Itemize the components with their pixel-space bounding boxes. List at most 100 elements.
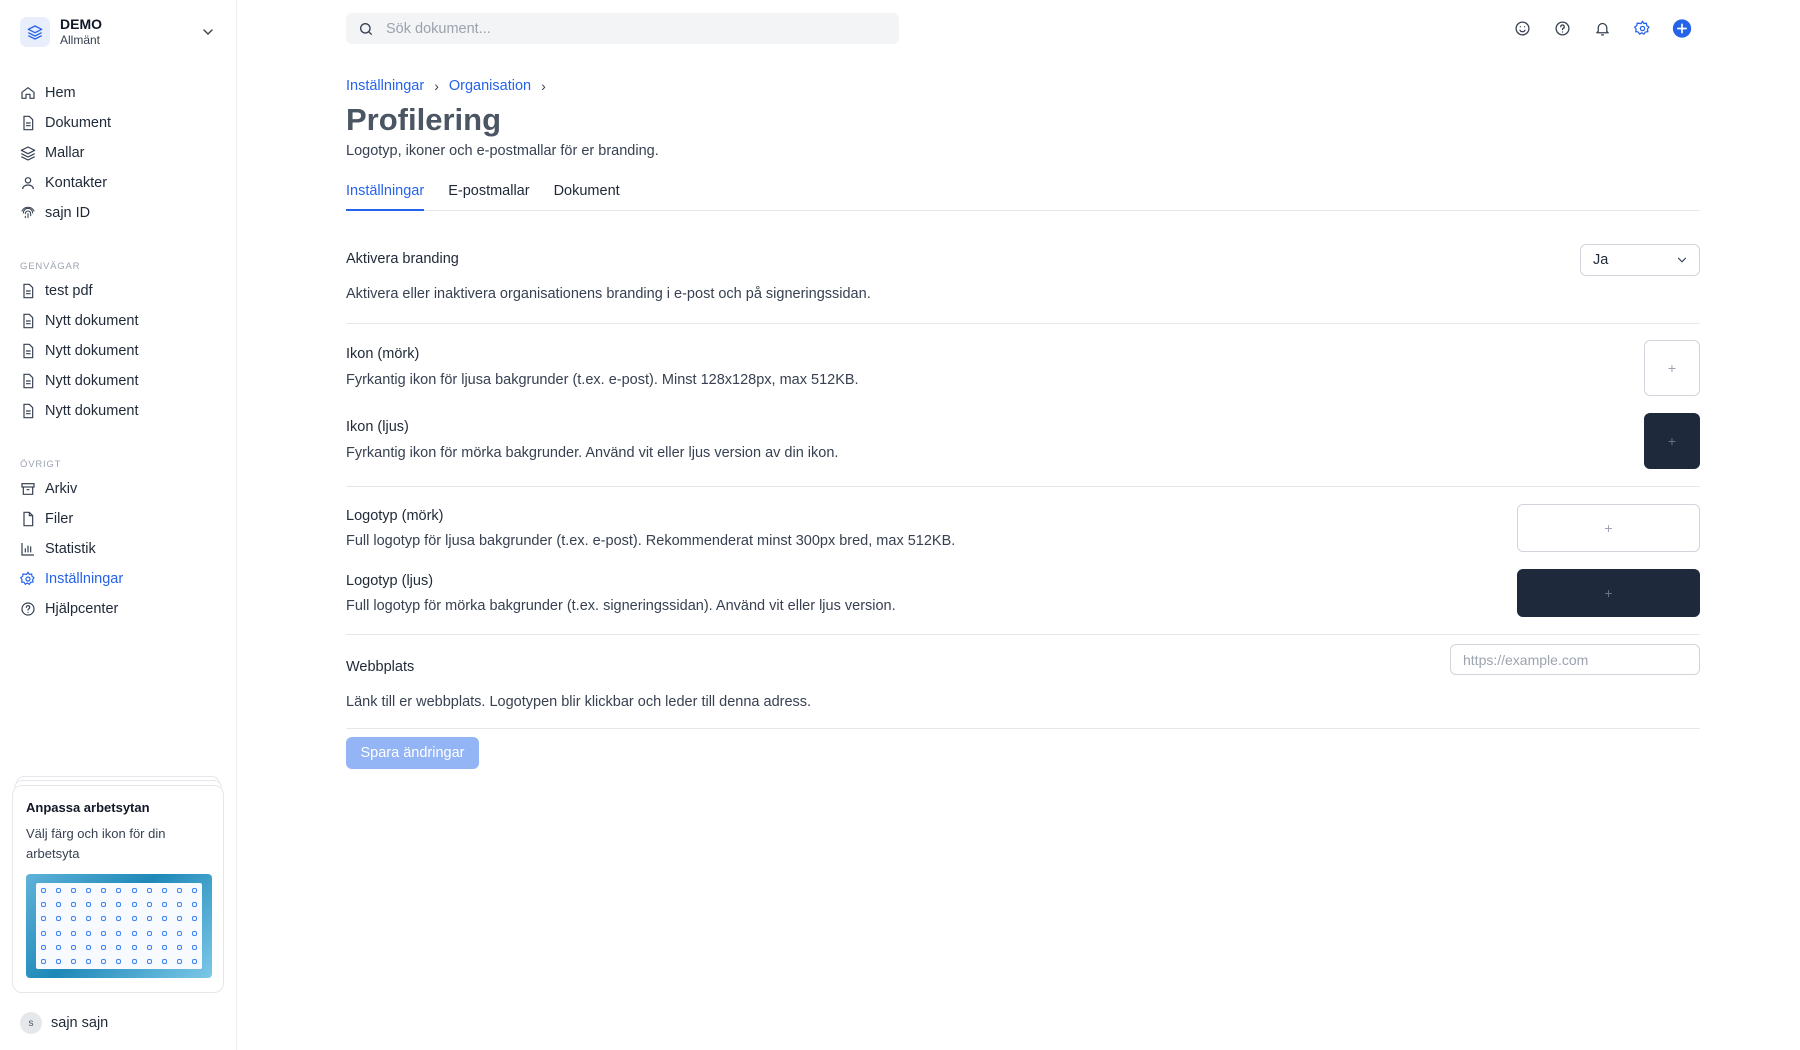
- preview-icon: [41, 930, 47, 936]
- save-changes-button[interactable]: Spara ändringar: [346, 737, 479, 769]
- logo-light-title: Logotyp (ljus): [346, 573, 434, 589]
- user-icon: [22, 177, 34, 190]
- search-input[interactable]: [386, 20, 866, 37]
- gear-icon: [1633, 19, 1650, 35]
- user-name: sajn sajn: [51, 1015, 109, 1031]
- file-icon: [23, 511, 34, 527]
- logo-dark-upload-button[interactable]: +: [1517, 504, 1700, 552]
- preview-icon: [71, 887, 77, 893]
- nav-item-files[interactable]: Filer: [12, 504, 224, 534]
- nav-item-settings[interactable]: Inställningar: [12, 564, 224, 594]
- logo-dark-title: Logotyp (mörk): [346, 508, 444, 524]
- smiley-icon: [1514, 20, 1530, 36]
- tab-email-templates[interactable]: E-postmallar: [448, 182, 529, 211]
- preview-icon: [56, 930, 62, 936]
- shortcuts-heading: GENVÄGAR: [20, 261, 81, 272]
- nav-item-label: Hem: [45, 85, 76, 101]
- branding-description: Aktivera eller inaktivera organisationen…: [346, 286, 871, 302]
- shortcut-item[interactable]: test pdf: [12, 276, 224, 306]
- shortcut-item[interactable]: Nytt dokument: [12, 366, 224, 396]
- preview-icon: [191, 944, 197, 950]
- preview-icon: [101, 930, 107, 936]
- shortcut-item[interactable]: Nytt dokument: [12, 396, 224, 426]
- plus-icon: +: [1604, 585, 1613, 601]
- preview-icon: [161, 930, 167, 936]
- preview-icon: [101, 944, 107, 950]
- tab-bar: Inställningar E-postmallar Dokument: [346, 182, 1700, 211]
- preview-icon: [131, 916, 137, 922]
- nav-item-label: Kontakter: [45, 175, 108, 191]
- website-url-input[interactable]: [1450, 644, 1700, 675]
- preview-icon: [56, 887, 62, 893]
- document-icon: [23, 403, 34, 419]
- preview-icon: [86, 916, 92, 922]
- preview-icon: [191, 901, 197, 907]
- nav-item-templates[interactable]: Mallar: [12, 138, 224, 168]
- preview-icon: [56, 944, 62, 950]
- nav-item-label: Inställningar: [45, 571, 124, 587]
- nav-item-contacts[interactable]: Kontakter: [12, 168, 224, 198]
- branding-title: Aktivera branding: [346, 251, 459, 267]
- feedback-button[interactable]: [1512, 18, 1532, 38]
- branding-select-value: Ja: [1593, 252, 1609, 268]
- shortcut-item[interactable]: Nytt dokument: [12, 336, 224, 366]
- breadcrumb-settings-link[interactable]: Inställningar: [346, 78, 424, 94]
- preview-icon: [161, 887, 167, 893]
- tab-settings[interactable]: Inställningar: [346, 182, 425, 211]
- document-icon: [23, 343, 34, 359]
- nav-item-home[interactable]: Hem: [12, 78, 224, 108]
- preview-icon: [191, 887, 197, 893]
- gear-icon: [20, 571, 35, 586]
- branding-select[interactable]: Ja: [1580, 244, 1700, 276]
- workspace-switcher[interactable]: DEMO Allmänt: [12, 10, 222, 54]
- nav-item-sajn-id[interactable]: sajn ID: [12, 198, 224, 228]
- preview-icon: [56, 916, 62, 922]
- notifications-button[interactable]: [1592, 18, 1612, 38]
- preview-icon: [116, 944, 122, 950]
- preview-icon: [101, 901, 107, 907]
- shortcut-item[interactable]: Nytt dokument: [12, 306, 224, 336]
- preview-icon: [161, 901, 167, 907]
- nav-item-help-center[interactable]: Hjälpcenter: [12, 594, 224, 624]
- customize-workspace-card[interactable]: Anpassa arbetsytan Välj färg och ikon fö…: [12, 785, 224, 993]
- preview-icon: [116, 930, 122, 936]
- shortcut-label: Nytt dokument: [45, 373, 139, 389]
- plus-icon: +: [1604, 520, 1613, 536]
- preview-icon: [146, 916, 152, 922]
- user-menu[interactable]: s sajn sajn: [20, 1012, 108, 1034]
- logo-light-upload-button[interactable]: +: [1517, 569, 1700, 617]
- nav-item-statistics[interactable]: Statistik: [12, 534, 224, 564]
- preview-icon: [41, 944, 47, 950]
- document-icon: [23, 313, 34, 329]
- preview-icon: [86, 944, 92, 950]
- nav-item-label: Hjälpcenter: [45, 601, 119, 617]
- other-nav: Arkiv Filer Statistik Inställningar Hjäl…: [12, 474, 224, 624]
- promo-text: Välj färg och ikon för din arbetsyta: [26, 826, 166, 861]
- preview-icon: [71, 944, 77, 950]
- logo-dark-description: Full logotyp för ljusa bakgrunder (t.ex.…: [346, 533, 956, 549]
- search-bar[interactable]: [346, 13, 899, 44]
- preview-icon: [191, 930, 197, 936]
- icon-dark-upload-button[interactable]: +: [1644, 340, 1700, 396]
- shortcuts-nav: test pdf Nytt dokument Nytt dokument Nyt…: [12, 276, 224, 426]
- sidebar: DEMO Allmänt Hem Dokument Mallar Kontakt…: [0, 0, 237, 1050]
- icon-light-upload-button[interactable]: +: [1644, 413, 1700, 469]
- preview-icon: [176, 901, 182, 907]
- help-button[interactable]: [1552, 18, 1572, 38]
- breadcrumb-organisation-link[interactable]: Organisation: [449, 78, 531, 94]
- settings-button[interactable]: [1632, 18, 1652, 38]
- divider: [346, 634, 1700, 635]
- nav-item-archive[interactable]: Arkiv: [12, 474, 224, 504]
- nav-item-documents[interactable]: Dokument: [12, 108, 224, 138]
- tab-documents[interactable]: Dokument: [554, 182, 620, 211]
- plus-icon: +: [1667, 360, 1677, 376]
- preview-icon: [191, 959, 197, 965]
- nav-item-label: Mallar: [45, 145, 85, 161]
- preview-icon: [71, 959, 77, 965]
- icon-light-title: Ikon (ljus): [346, 419, 409, 435]
- create-button[interactable]: [1672, 18, 1692, 38]
- main-nav: Hem Dokument Mallar Kontakter sajn ID: [12, 78, 224, 228]
- help-circle-icon: [21, 602, 35, 616]
- shortcut-label: test pdf: [45, 283, 93, 299]
- preview-icon: [41, 887, 47, 893]
